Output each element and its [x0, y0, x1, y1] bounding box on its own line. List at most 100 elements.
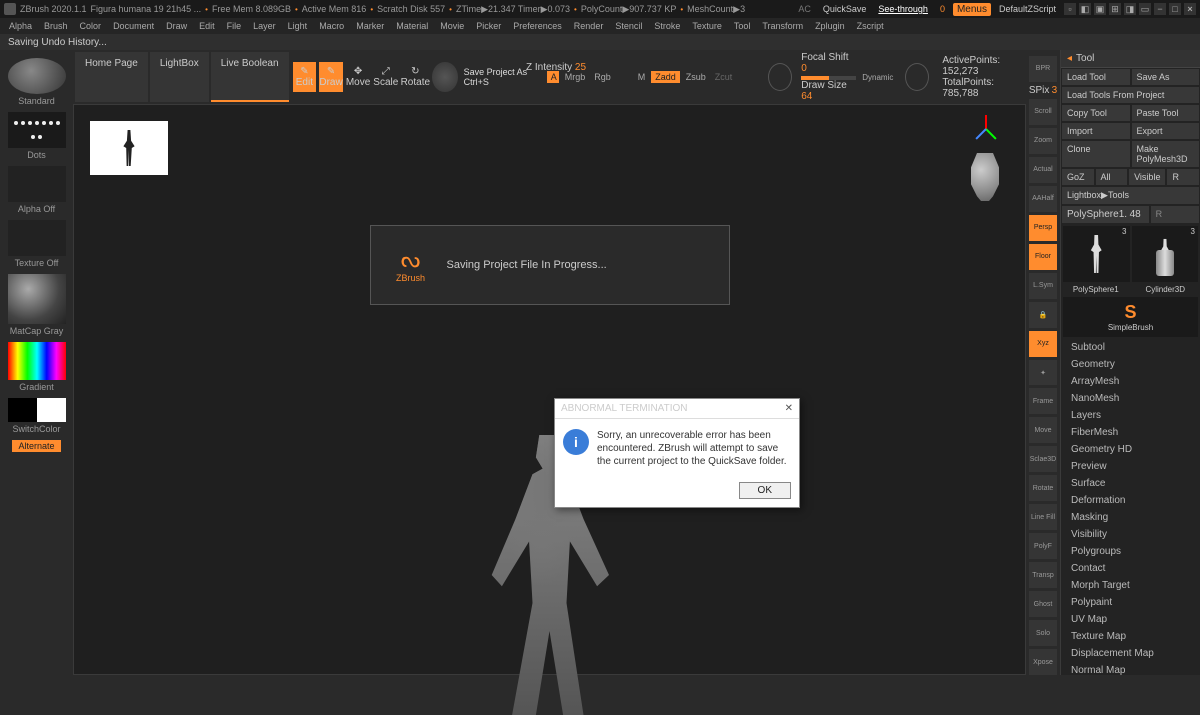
- zcut-button[interactable]: Zcut: [712, 72, 736, 82]
- r-button[interactable]: R: [1151, 206, 1199, 223]
- home-button[interactable]: Home Page: [75, 52, 148, 102]
- brush-standard-icon[interactable]: [8, 58, 66, 94]
- menu-edit[interactable]: Edit: [194, 20, 220, 32]
- menu-color[interactable]: Color: [75, 20, 107, 32]
- lightbox-button[interactable]: LightBox: [150, 52, 209, 102]
- liveboolean-button[interactable]: Live Boolean: [211, 52, 289, 102]
- zadd-button[interactable]: Zadd: [651, 71, 680, 83]
- rside-16[interactable]: Transp: [1029, 562, 1057, 588]
- sub-masking[interactable]: Masking: [1061, 509, 1200, 526]
- sub-deformation[interactable]: Deformation: [1061, 492, 1200, 509]
- edit-button[interactable]: ✎Edit: [293, 62, 317, 92]
- menu-layer[interactable]: Layer: [248, 20, 281, 32]
- matcap-icon[interactable]: [8, 274, 66, 324]
- axis-gizmo-icon[interactable]: [971, 115, 1001, 145]
- sub-surface[interactable]: Surface: [1061, 475, 1200, 492]
- draw-button[interactable]: ✎Draw: [319, 62, 343, 92]
- rside-0[interactable]: Scroll: [1029, 99, 1057, 125]
- sub-subtool[interactable]: Subtool: [1061, 339, 1200, 356]
- tool-header[interactable]: ◂Tool: [1061, 50, 1200, 68]
- alpha-off-icon[interactable]: [8, 166, 66, 202]
- head-preview-icon[interactable]: [965, 153, 1005, 201]
- minimize-icon[interactable]: −: [1154, 3, 1166, 15]
- rotate-button[interactable]: ↻Rotate: [401, 62, 429, 92]
- menu-tool[interactable]: Tool: [729, 20, 756, 32]
- tool-clone[interactable]: Clone: [1062, 141, 1130, 167]
- dialog-close-icon[interactable]: ✕: [785, 403, 793, 414]
- defaultzscript-button[interactable]: DefaultZScript: [995, 3, 1060, 15]
- menu-macro[interactable]: Macro: [314, 20, 349, 32]
- menu-file[interactable]: File: [222, 20, 247, 32]
- tool-import[interactable]: Import: [1062, 123, 1130, 139]
- alternate-button[interactable]: Alternate: [12, 440, 60, 452]
- sub-nanomesh[interactable]: NanoMesh: [1061, 390, 1200, 407]
- focal-slider[interactable]: Focal Shift 0 Draw Size 64: [801, 52, 856, 102]
- document-thumb[interactable]: [90, 121, 168, 175]
- menu-stroke[interactable]: Stroke: [649, 20, 685, 32]
- zsub-button[interactable]: Zsub: [683, 72, 709, 82]
- preview-cylinder[interactable]: 3: [1132, 226, 1199, 282]
- tool-paste-tool[interactable]: Paste Tool: [1132, 105, 1200, 121]
- sub-uv-map[interactable]: UV Map: [1061, 611, 1200, 628]
- rside-7[interactable]: 🔒: [1029, 302, 1057, 328]
- tool-r[interactable]: R: [1167, 169, 1199, 185]
- scale-button[interactable]: ⤢Scale: [373, 62, 398, 92]
- texture-off-icon[interactable]: [8, 220, 66, 256]
- tool-goz[interactable]: GoZ: [1062, 169, 1094, 185]
- rside-1[interactable]: Zoom: [1029, 128, 1057, 154]
- focal-dial-icon[interactable]: [768, 63, 792, 91]
- rside-10[interactable]: Frame: [1029, 388, 1057, 414]
- tool-save-as[interactable]: Save As: [1132, 69, 1200, 85]
- rside-18[interactable]: Solo: [1029, 620, 1057, 646]
- stroke-dots-icon[interactable]: [8, 112, 66, 148]
- maximize-icon[interactable]: □: [1169, 3, 1181, 15]
- tool-export[interactable]: Export: [1132, 123, 1200, 139]
- menu-draw[interactable]: Draw: [161, 20, 192, 32]
- icon-b[interactable]: ◧: [1079, 3, 1091, 15]
- sub-contact[interactable]: Contact: [1061, 560, 1200, 577]
- menu-light[interactable]: Light: [283, 20, 313, 32]
- icon-d[interactable]: ⊞: [1109, 3, 1121, 15]
- menu-alpha[interactable]: Alpha: [4, 20, 37, 32]
- tool-copy-tool[interactable]: Copy Tool: [1062, 105, 1130, 121]
- sub-displacement-map[interactable]: Displacement Map: [1061, 645, 1200, 662]
- color-picker[interactable]: [8, 342, 66, 380]
- menu-marker[interactable]: Marker: [351, 20, 389, 32]
- rgb-button[interactable]: Rgb: [591, 72, 614, 82]
- zintensity-slider[interactable]: Z Intensity 25: [526, 62, 586, 73]
- menus-button[interactable]: Menus: [953, 3, 991, 16]
- menu-render[interactable]: Render: [569, 20, 609, 32]
- icon-c[interactable]: ▣: [1094, 3, 1106, 15]
- sub-geometry[interactable]: Geometry: [1061, 356, 1200, 373]
- sub-polygroups[interactable]: Polygroups: [1061, 543, 1200, 560]
- color-swatch[interactable]: [8, 398, 66, 422]
- rside-5[interactable]: Floor: [1029, 244, 1057, 270]
- rside-19[interactable]: Xpose: [1029, 649, 1057, 675]
- rside-11[interactable]: Move: [1029, 417, 1057, 443]
- rside-8[interactable]: Xyz: [1029, 331, 1057, 357]
- gizmo-icon[interactable]: [432, 62, 457, 92]
- sub-layers[interactable]: Layers: [1061, 407, 1200, 424]
- drawsize-dial-icon[interactable]: [905, 63, 929, 91]
- rside-3[interactable]: AAHalf: [1029, 186, 1057, 212]
- tool-visible[interactable]: Visible: [1129, 169, 1165, 185]
- rside-13[interactable]: Rotate: [1029, 475, 1057, 501]
- preview-polysphere[interactable]: 3: [1063, 226, 1130, 282]
- ok-button[interactable]: OK: [739, 482, 791, 499]
- rside-15[interactable]: PolyF: [1029, 533, 1057, 559]
- sub-fibermesh[interactable]: FiberMesh: [1061, 424, 1200, 441]
- icon-a[interactable]: ▫: [1064, 3, 1076, 15]
- menu-preferences[interactable]: Preferences: [508, 20, 567, 32]
- sub-polypaint[interactable]: Polypaint: [1061, 594, 1200, 611]
- rside-9[interactable]: ✦: [1029, 360, 1057, 386]
- sub-geometry-hd[interactable]: Geometry HD: [1061, 441, 1200, 458]
- polysphere-row[interactable]: PolySphere1. 48: [1062, 206, 1149, 223]
- dynamic-label[interactable]: Dynamic: [859, 73, 896, 82]
- tool-make-polymesh3d[interactable]: Make PolyMesh3D: [1132, 141, 1200, 167]
- sub-preview[interactable]: Preview: [1061, 458, 1200, 475]
- move-button[interactable]: ✥Move: [346, 62, 370, 92]
- sub-arraymesh[interactable]: ArrayMesh: [1061, 373, 1200, 390]
- rside-6[interactable]: L.Sym: [1029, 273, 1057, 299]
- icon-f[interactable]: ▭: [1139, 3, 1151, 15]
- rside-17[interactable]: Ghost: [1029, 591, 1057, 617]
